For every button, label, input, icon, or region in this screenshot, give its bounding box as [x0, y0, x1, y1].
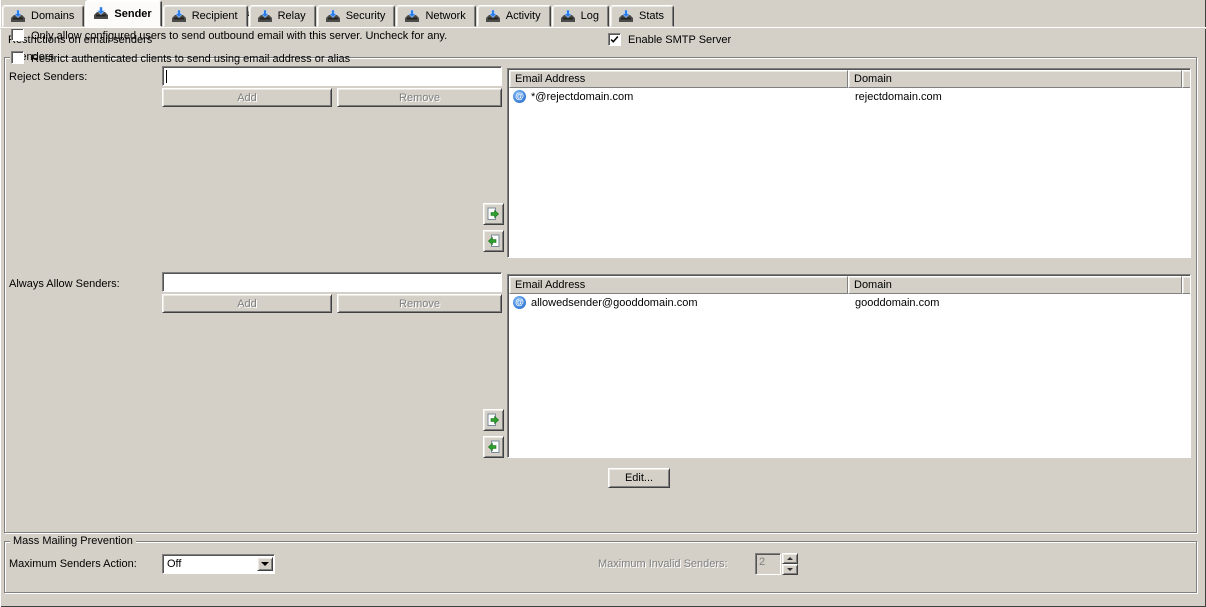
list-body: allowedsender@gooddomain.com gooddomain.…: [508, 294, 1190, 311]
tab[interactable]: Activity: [477, 5, 551, 27]
option-checkbox[interactable]: [11, 51, 24, 64]
tab-label: Log: [581, 10, 599, 22]
tab-label: Stats: [639, 10, 664, 22]
list-row[interactable]: allowedsender@gooddomain.com gooddomain.…: [508, 294, 1190, 311]
mail-tray-icon: [404, 10, 420, 23]
max-senders-action-select[interactable]: Off: [162, 554, 275, 574]
move-left-icon: [487, 440, 500, 454]
option-checkbox[interactable]: [11, 28, 24, 41]
always-allow-senders-label: Always Allow Senders:: [9, 278, 120, 290]
smtp-server-settings-window: Domains Sender: [0, 0, 1206, 607]
chevron-down-icon: [787, 568, 793, 574]
mail-tray-icon: [10, 10, 26, 23]
mail-tray-icon: [257, 10, 273, 23]
tab-bar: Domains Sender: [0, 0, 1206, 27]
tab-label: Domains: [31, 10, 74, 22]
list-header: Email Address Domain: [509, 276, 1189, 294]
move-right-icon: [487, 413, 500, 427]
tab-label: Relay: [278, 10, 306, 22]
domain-cell: gooddomain.com: [850, 297, 939, 309]
tab-label: Security: [346, 10, 386, 22]
max-senders-action-value: Off: [167, 558, 181, 570]
max-senders-action-label: Maximum Senders Action:: [9, 558, 137, 570]
move-from-list-button[interactable]: [483, 230, 504, 252]
mail-tray-icon: [171, 10, 187, 23]
tab-label: Activity: [506, 10, 541, 22]
move-from-list-button[interactable]: [483, 436, 504, 458]
max-invalid-senders-field[interactable]: 2: [755, 553, 781, 575]
reject-senders-list[interactable]: Email Address Domain *@rejectdomain.com …: [507, 68, 1191, 258]
mail-tray-icon: [93, 7, 109, 20]
reject-senders-input[interactable]: [162, 66, 502, 86]
edit-button[interactable]: Edit...: [608, 468, 670, 488]
email-address-cell: allowedsender@gooddomain.com: [531, 297, 698, 309]
chevron-up-icon: [787, 554, 793, 560]
email-at-icon: [513, 296, 526, 309]
mail-tray-icon: [618, 10, 634, 23]
spinner-up-button[interactable]: [782, 553, 798, 564]
reject-senders-label: Reject Senders:: [9, 71, 87, 83]
allow-remove-button[interactable]: Remove: [337, 294, 502, 313]
domain-cell: rejectdomain.com: [850, 91, 942, 103]
option-row: Restrict authenticated clients to send u…: [0, 46, 1206, 69]
tab[interactable]: Domains: [2, 5, 84, 27]
mail-tray-icon: [560, 10, 576, 23]
combo-dropdown-button[interactable]: [257, 557, 273, 571]
move-to-list-button[interactable]: [483, 409, 504, 431]
chevron-down-icon: [261, 562, 269, 570]
list-header: Email Address Domain: [509, 70, 1189, 88]
tab-panel-edge: [0, 27, 1206, 29]
list-row[interactable]: *@rejectdomain.com rejectdomain.com: [508, 88, 1190, 105]
max-invalid-senders-label: Maximum Invalid Senders:: [598, 558, 728, 570]
always-allow-senders-list[interactable]: Email Address Domain allowedsender@goodd…: [507, 274, 1191, 458]
mass-mailing-legend: Mass Mailing Prevention: [10, 535, 136, 547]
list-body: *@rejectdomain.com rejectdomain.com: [508, 88, 1190, 105]
tab[interactable]: Relay: [249, 5, 316, 27]
column-header-filler: [1182, 276, 1191, 294]
option-label: Only allow configured users to send outb…: [31, 30, 447, 42]
text-caret: [166, 70, 167, 83]
move-to-list-button[interactable]: [483, 203, 504, 225]
option-label: Restrict authenticated clients to send u…: [31, 53, 350, 65]
tab-label: Recipient: [192, 10, 238, 22]
column-header-filler: [1182, 70, 1191, 88]
column-header-email-address[interactable]: Email Address: [509, 70, 848, 88]
tab-label: Sender: [114, 8, 151, 20]
reject-add-button[interactable]: Add: [162, 88, 332, 107]
tab[interactable]: Log: [552, 5, 609, 27]
spinner-down-button[interactable]: [782, 564, 798, 575]
mail-tray-icon: [325, 10, 341, 23]
tab-label: Network: [425, 10, 465, 22]
tab[interactable]: Stats: [610, 5, 674, 27]
move-left-icon: [487, 234, 500, 248]
column-header-domain[interactable]: Domain: [848, 276, 1182, 294]
mail-tray-icon: [485, 10, 501, 23]
move-right-icon: [487, 207, 500, 221]
always-allow-senders-input[interactable]: [162, 272, 502, 292]
tab[interactable]: Network: [396, 5, 475, 27]
email-address-cell: *@rejectdomain.com: [531, 91, 633, 103]
allow-add-button[interactable]: Add: [162, 294, 332, 313]
tab[interactable]: Security: [317, 5, 396, 27]
tab[interactable]: Recipient: [163, 5, 248, 27]
column-header-domain[interactable]: Domain: [848, 70, 1182, 88]
reject-remove-button[interactable]: Remove: [337, 88, 502, 107]
email-at-icon: [513, 90, 526, 103]
tab[interactable]: Sender: [85, 0, 161, 27]
column-header-email-address[interactable]: Email Address: [509, 276, 848, 294]
